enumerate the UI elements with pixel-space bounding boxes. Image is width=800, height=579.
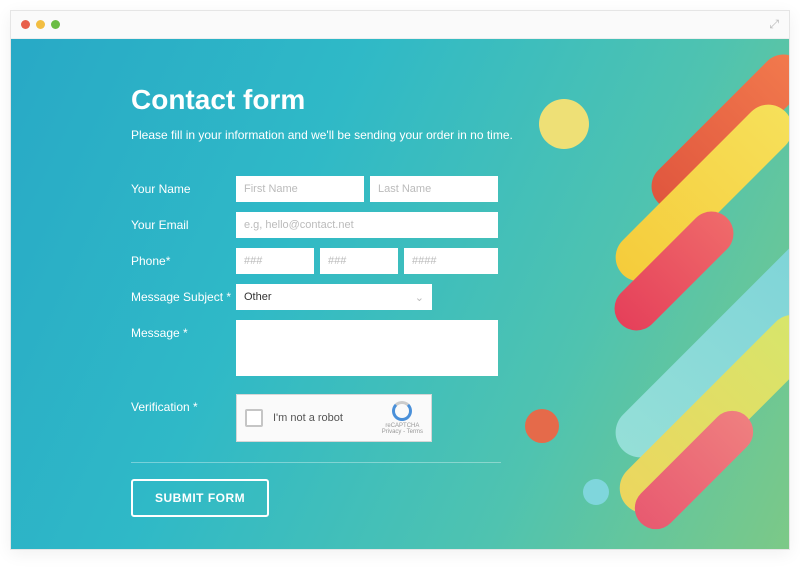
recaptcha-logo: reCAPTCHA Privacy - Terms [382,401,423,435]
page-title: Contact form [131,84,789,116]
submit-button[interactable]: SUBMIT FORM [131,479,269,517]
window-titlebar: ⤢ [11,11,789,39]
recaptcha-icon [392,401,412,421]
label-subject: Message Subject * [131,284,236,304]
row-subject: Message Subject * Other ⌄ [131,284,789,310]
decoration-shape [525,409,559,443]
page-content: Contact form Please fill in your informa… [11,39,789,549]
email-input[interactable] [236,212,498,238]
phone-line-input[interactable] [404,248,498,274]
maximize-icon[interactable] [51,20,60,29]
subject-select[interactable]: Other [236,284,432,310]
minimize-icon[interactable] [36,20,45,29]
label-phone: Phone* [131,248,236,268]
last-name-input[interactable] [370,176,498,202]
message-textarea[interactable] [236,320,498,376]
browser-window: ⤢ Contact form Please fill in your infor… [10,10,790,550]
first-name-input[interactable] [236,176,364,202]
decoration-shape [583,479,609,505]
label-verification: Verification * [131,394,236,414]
recaptcha-widget[interactable]: I'm not a robot reCAPTCHA Privacy - Term… [236,394,432,442]
decoration-shape [539,99,589,149]
label-name: Your Name [131,176,236,196]
divider [131,462,501,463]
window-controls [21,20,60,29]
close-icon[interactable] [21,20,30,29]
recaptcha-label: I'm not a robot [273,412,372,424]
label-message: Message * [131,320,236,340]
label-email: Your Email [131,212,236,232]
phone-prefix-input[interactable] [320,248,398,274]
recaptcha-terms: Privacy - Terms [382,429,423,435]
recaptcha-checkbox[interactable] [245,409,263,427]
phone-area-input[interactable] [236,248,314,274]
expand-icon[interactable]: ⤢ [769,17,779,32]
